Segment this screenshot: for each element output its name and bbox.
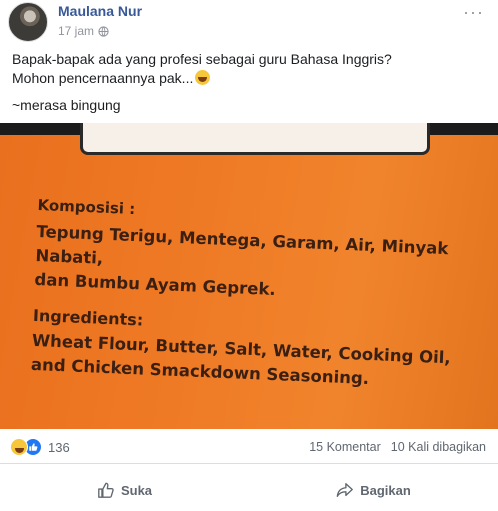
post-actions: Suka Bagikan — [0, 472, 498, 508]
haha-reaction-icon — [10, 438, 28, 456]
post-stats: 136 15 Komentar 10 Kali dibagikan — [0, 432, 498, 464]
post-text: Bapak-bapak ada yang profesi sebagai gur… — [12, 50, 492, 115]
post-text-line: ~merasa bingung — [12, 97, 121, 113]
more-options-icon[interactable]: ··· — [463, 2, 484, 23]
author-name[interactable]: Maulana Nur — [58, 3, 142, 19]
avatar[interactable] — [8, 2, 48, 42]
laughing-emoji-icon — [195, 70, 211, 85]
post-time-text: 17 jam — [58, 24, 95, 38]
share-icon — [336, 483, 354, 497]
like-button[interactable]: Suka — [0, 472, 249, 508]
globe-icon — [98, 25, 109, 37]
thumbs-up-icon — [98, 482, 114, 498]
post-photo[interactable]: Komposisi : Tepung Terigu, Mentega, Gara… — [0, 123, 498, 429]
share-button-label: Bagikan — [360, 482, 411, 498]
share-button[interactable]: Bagikan — [249, 472, 498, 508]
post-text-line: Bapak-bapak ada yang profesi sebagai gur… — [12, 51, 392, 67]
post-text-line: Mohon pencernaannya pak... — [12, 70, 194, 86]
photo-text-content: Komposisi : Tepung Terigu, Mentega, Gara… — [30, 196, 467, 395]
comments-count-link[interactable]: 15 Komentar — [309, 440, 381, 454]
shares-count-link[interactable]: 10 Kali dibagikan — [391, 440, 486, 454]
post-text-line-with-emoji: Mohon pencernaannya pak... — [12, 69, 492, 88]
photo-label-box — [80, 123, 430, 155]
like-button-label: Suka — [120, 482, 153, 498]
reactions-summary[interactable]: 136 — [10, 438, 70, 456]
post-time[interactable]: 17 jam — [58, 24, 109, 38]
post-header: Maulana Nur 17 jam ··· — [0, 0, 498, 44]
engagement-counts: 15 Komentar 10 Kali dibagikan — [309, 440, 486, 454]
reaction-count: 136 — [48, 439, 70, 455]
